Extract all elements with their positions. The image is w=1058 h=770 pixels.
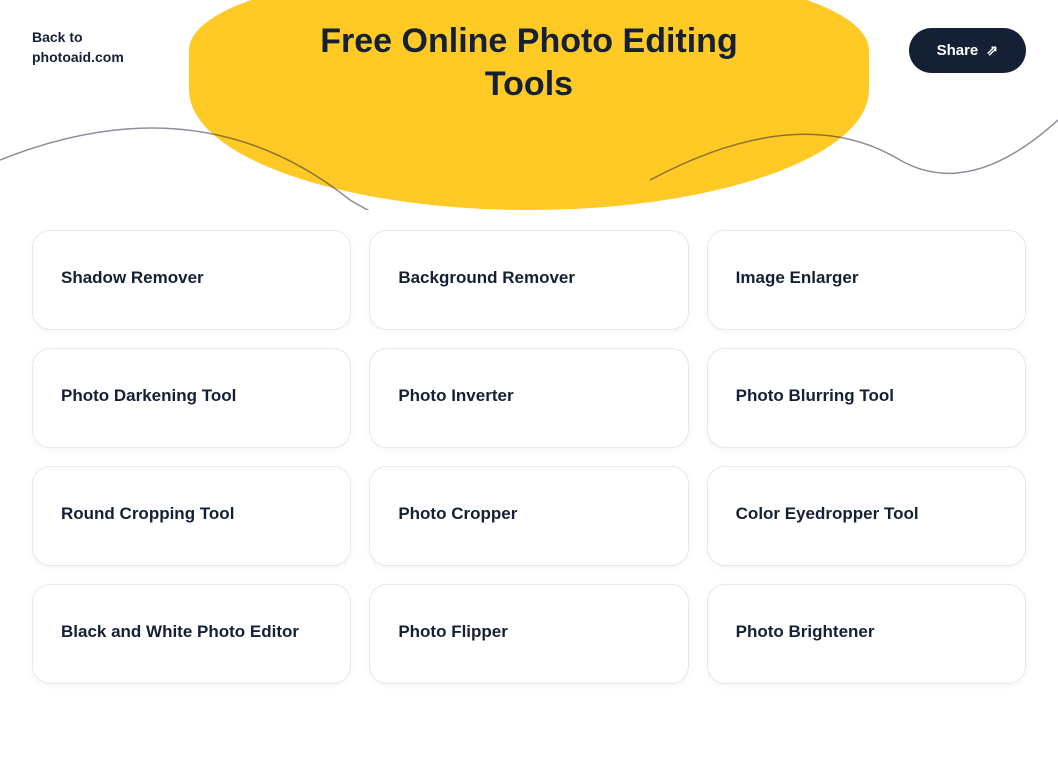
share-button[interactable]: Share ⇗ [909,28,1026,73]
tool-card-label: Shadow Remover [61,267,204,290]
tool-card-label: Background Remover [398,267,575,290]
tool-card-photo-brightener[interactable]: Photo Brightener [707,584,1026,684]
tool-card-photo-blurring-tool[interactable]: Photo Blurring Tool [707,348,1026,448]
tool-card-background-remover[interactable]: Background Remover [369,230,688,330]
tool-card-photo-cropper[interactable]: Photo Cropper [369,466,688,566]
page-title: Free Online Photo Editing Tools [319,20,739,105]
tool-card-label: Black and White Photo Editor [61,621,299,644]
tool-card-label: Round Cropping Tool [61,503,234,526]
tool-card-photo-darkening-tool[interactable]: Photo Darkening Tool [32,348,351,448]
tool-card-label: Color Eyedropper Tool [736,503,919,526]
header: Back to photoaid.com Free Online Photo E… [0,0,1058,210]
tool-card-label: Photo Cropper [398,503,517,526]
tool-card-photo-flipper[interactable]: Photo Flipper [369,584,688,684]
back-link[interactable]: Back to photoaid.com [32,28,124,67]
tool-card-label: Photo Brightener [736,621,875,644]
share-label: Share [937,42,979,59]
tool-card-label: Photo Darkening Tool [61,385,236,408]
tool-card-black-and-white-photo-editor[interactable]: Black and White Photo Editor [32,584,351,684]
tool-card-shadow-remover[interactable]: Shadow Remover [32,230,351,330]
share-icon: ⇗ [986,42,998,59]
tool-card-color-eyedropper-tool[interactable]: Color Eyedropper Tool [707,466,1026,566]
tool-card-image-enlarger[interactable]: Image Enlarger [707,230,1026,330]
tool-card-round-cropping-tool[interactable]: Round Cropping Tool [32,466,351,566]
tool-card-label: Photo Inverter [398,385,513,408]
tool-card-label: Image Enlarger [736,267,859,290]
tools-grid: Shadow Remover Background Remover Image En… [0,210,1058,724]
tool-card-label: Photo Blurring Tool [736,385,894,408]
tool-card-photo-inverter[interactable]: Photo Inverter [369,348,688,448]
tool-card-label: Photo Flipper [398,621,508,644]
